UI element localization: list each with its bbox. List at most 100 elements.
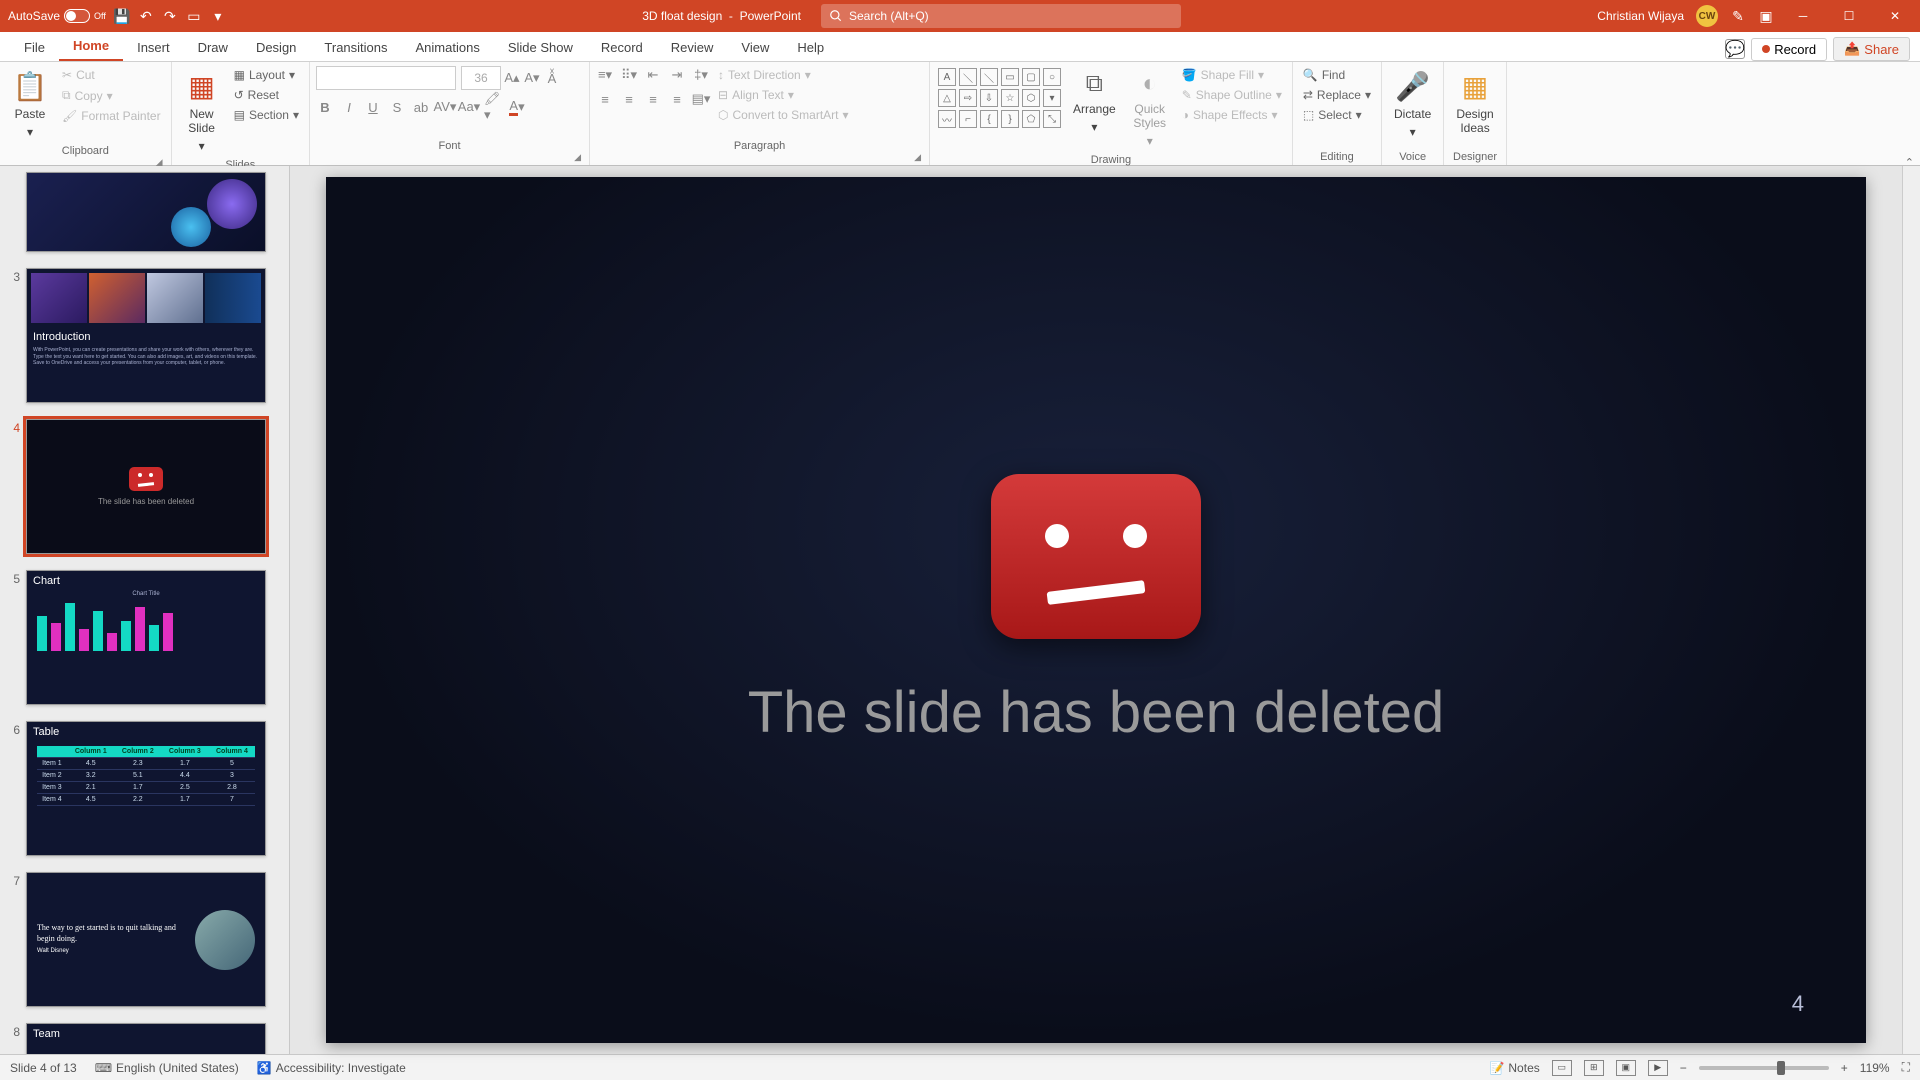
text-direction-button[interactable]: ↕Text Direction ▾ bbox=[714, 66, 853, 84]
comments-button[interactable]: 💬 bbox=[1725, 39, 1745, 59]
thumb-slide-4[interactable]: The slide has been deleted bbox=[26, 419, 266, 554]
shape-rrect-icon[interactable]: ▢ bbox=[1022, 68, 1040, 86]
reset-button[interactable]: ↺Reset bbox=[230, 86, 303, 104]
vertical-scrollbar[interactable] bbox=[1902, 166, 1920, 1054]
thumb-slide-2[interactable] bbox=[26, 172, 266, 252]
cut-button[interactable]: ✂Cut bbox=[58, 66, 165, 84]
tab-insert[interactable]: Insert bbox=[123, 34, 184, 61]
format-painter-button[interactable]: 🖌Format Painter bbox=[58, 107, 165, 125]
tab-record[interactable]: Record bbox=[587, 34, 657, 61]
shape-outline-button[interactable]: ✎Shape Outline ▾ bbox=[1178, 86, 1286, 104]
columns-button[interactable]: ▤▾ bbox=[692, 90, 710, 108]
arrange-button[interactable]: ⧉Arrange▾ bbox=[1067, 66, 1122, 138]
font-name-input[interactable] bbox=[316, 66, 456, 90]
close-button[interactable]: ✕ bbox=[1878, 0, 1912, 32]
shape-rect-icon[interactable]: ▭ bbox=[1001, 68, 1019, 86]
italic-button[interactable]: I bbox=[340, 98, 358, 116]
tab-slideshow[interactable]: Slide Show bbox=[494, 34, 587, 61]
notes-button[interactable]: 📝Notes bbox=[1489, 1061, 1539, 1075]
replace-button[interactable]: ⇄Replace ▾ bbox=[1299, 86, 1375, 104]
paste-button[interactable]: 📋 Paste▾ bbox=[6, 66, 54, 143]
bold-button[interactable]: B bbox=[316, 98, 334, 116]
language-button[interactable]: ⌨English (United States) bbox=[95, 1061, 239, 1075]
slide-canvas-area[interactable]: The slide has been deleted 4 bbox=[290, 166, 1902, 1054]
tab-help[interactable]: Help bbox=[783, 34, 838, 61]
undo-icon[interactable]: ↶ bbox=[138, 8, 154, 24]
shape-effects-button[interactable]: ◑Shape Effects ▾ bbox=[1178, 106, 1286, 124]
autosave-toggle[interactable]: AutoSave Off bbox=[8, 9, 106, 23]
thumb-slide-5[interactable]: Chart Chart Title bbox=[26, 570, 266, 705]
slide-thumbnails[interactable]: 3 Introduction With PowerPoint, you can … bbox=[0, 166, 290, 1054]
zoom-level[interactable]: 119% bbox=[1860, 1061, 1890, 1075]
shape-connect-icon[interactable]: ⌐ bbox=[959, 110, 977, 128]
dictate-button[interactable]: 🎤Dictate▾ bbox=[1388, 66, 1437, 143]
tab-draw[interactable]: Draw bbox=[184, 34, 242, 61]
shape-hex-icon[interactable]: ⬡ bbox=[1022, 89, 1040, 107]
user-avatar[interactable]: CW bbox=[1696, 5, 1718, 27]
qat-dropdown-icon[interactable]: ▾ bbox=[210, 8, 226, 24]
shape-circle-icon[interactable]: ○ bbox=[1043, 68, 1061, 86]
minimize-button[interactable]: ─ bbox=[1786, 0, 1820, 32]
thumb-slide-8[interactable]: Team bbox=[26, 1023, 266, 1054]
tab-transitions[interactable]: Transitions bbox=[310, 34, 401, 61]
tab-file[interactable]: File bbox=[10, 34, 59, 61]
tab-home[interactable]: Home bbox=[59, 32, 123, 61]
tab-animations[interactable]: Animations bbox=[402, 34, 494, 61]
shape-textbox-icon[interactable]: A bbox=[938, 68, 956, 86]
shape-callout-icon[interactable]: ⬠ bbox=[1022, 110, 1040, 128]
tab-design[interactable]: Design bbox=[242, 34, 310, 61]
font-size-input[interactable]: 36 bbox=[461, 66, 501, 90]
search-input[interactable]: Search (Alt+Q) bbox=[821, 4, 1181, 28]
accessibility-button[interactable]: ♿Accessibility: Investigate bbox=[257, 1061, 406, 1075]
spacing-button[interactable]: AV▾ bbox=[436, 98, 454, 116]
font-launcher[interactable]: ◢ bbox=[316, 152, 583, 163]
font-color-button[interactable]: A▾ bbox=[508, 98, 526, 116]
fit-to-window-button[interactable]: ⛶ bbox=[1902, 1060, 1910, 1075]
quick-styles-button[interactable]: ◐Quick Styles▾ bbox=[1126, 66, 1174, 152]
shadow-button[interactable]: ab bbox=[412, 98, 430, 116]
shapes-gallery[interactable]: A ＼ ＼ ▭ ▢ ○ △ ⇨ ⇩ ☆ ⬡ ▾ 〰 ⌐ { } ⬠ ⤡ bbox=[936, 66, 1063, 130]
align-left-button[interactable]: ≡ bbox=[596, 90, 614, 108]
section-button[interactable]: ▤Section ▾ bbox=[230, 106, 303, 124]
decrease-indent-button[interactable]: ⇤ bbox=[644, 66, 662, 84]
select-button[interactable]: ⬚Select ▾ bbox=[1299, 106, 1375, 124]
tab-review[interactable]: Review bbox=[657, 34, 728, 61]
new-slide-button[interactable]: ▦ New Slide▾ bbox=[178, 66, 226, 157]
thumb-slide-3[interactable]: Introduction With PowerPoint, you can cr… bbox=[26, 268, 266, 403]
shape-brace-icon[interactable]: { bbox=[980, 110, 998, 128]
decrease-font-icon[interactable]: A▾ bbox=[523, 69, 541, 87]
smartart-button[interactable]: ⬡Convert to SmartArt ▾ bbox=[714, 106, 853, 124]
underline-button[interactable]: U bbox=[364, 98, 382, 116]
redo-icon[interactable]: ↷ bbox=[162, 8, 178, 24]
justify-button[interactable]: ≡ bbox=[668, 90, 686, 108]
shape-brace2-icon[interactable]: } bbox=[1001, 110, 1019, 128]
align-text-button[interactable]: ⊟Align Text ▾ bbox=[714, 86, 853, 104]
design-ideas-button[interactable]: ▦Design Ideas bbox=[1450, 66, 1499, 139]
find-button[interactable]: 🔍Find bbox=[1299, 66, 1375, 84]
shape-line-icon[interactable]: ＼ bbox=[959, 68, 977, 86]
shape-fill-button[interactable]: 🪣Shape Fill ▾ bbox=[1178, 66, 1286, 84]
increase-font-icon[interactable]: A▴ bbox=[503, 69, 521, 87]
record-button[interactable]: Record bbox=[1751, 38, 1827, 61]
zoom-out-button[interactable]: − bbox=[1680, 1061, 1687, 1075]
share-button[interactable]: 📤 Share bbox=[1833, 37, 1910, 61]
shape-arrow-icon[interactable]: ⇨ bbox=[959, 89, 977, 107]
thumb-slide-7[interactable]: The way to get started is to quit talkin… bbox=[26, 872, 266, 1007]
display-options-icon[interactable]: ▣ bbox=[1758, 8, 1774, 24]
align-center-button[interactable]: ≡ bbox=[620, 90, 638, 108]
numbering-button[interactable]: ⠿▾ bbox=[620, 66, 638, 84]
paragraph-launcher[interactable]: ◢ bbox=[596, 152, 923, 163]
shape-more-icon[interactable]: ▾ bbox=[1043, 89, 1061, 107]
shape-triangle-icon[interactable]: △ bbox=[938, 89, 956, 107]
normal-view-button[interactable]: ▭ bbox=[1552, 1060, 1572, 1076]
case-button[interactable]: Aa▾ bbox=[460, 98, 478, 116]
shape-curve-icon[interactable]: 〰 bbox=[938, 110, 956, 128]
shape-star-icon[interactable]: ☆ bbox=[1001, 89, 1019, 107]
bullets-button[interactable]: ≡▾ bbox=[596, 66, 614, 84]
copy-button[interactable]: ⧉Copy ▾ bbox=[58, 86, 165, 105]
sorter-view-button[interactable]: ⊞ bbox=[1584, 1060, 1604, 1076]
shape-expand-icon[interactable]: ⤡ bbox=[1043, 110, 1061, 128]
line-spacing-button[interactable]: ‡▾ bbox=[692, 66, 710, 84]
collapse-ribbon-button[interactable]: ⌃ bbox=[1905, 156, 1914, 169]
slide-canvas[interactable]: The slide has been deleted 4 bbox=[326, 177, 1866, 1043]
